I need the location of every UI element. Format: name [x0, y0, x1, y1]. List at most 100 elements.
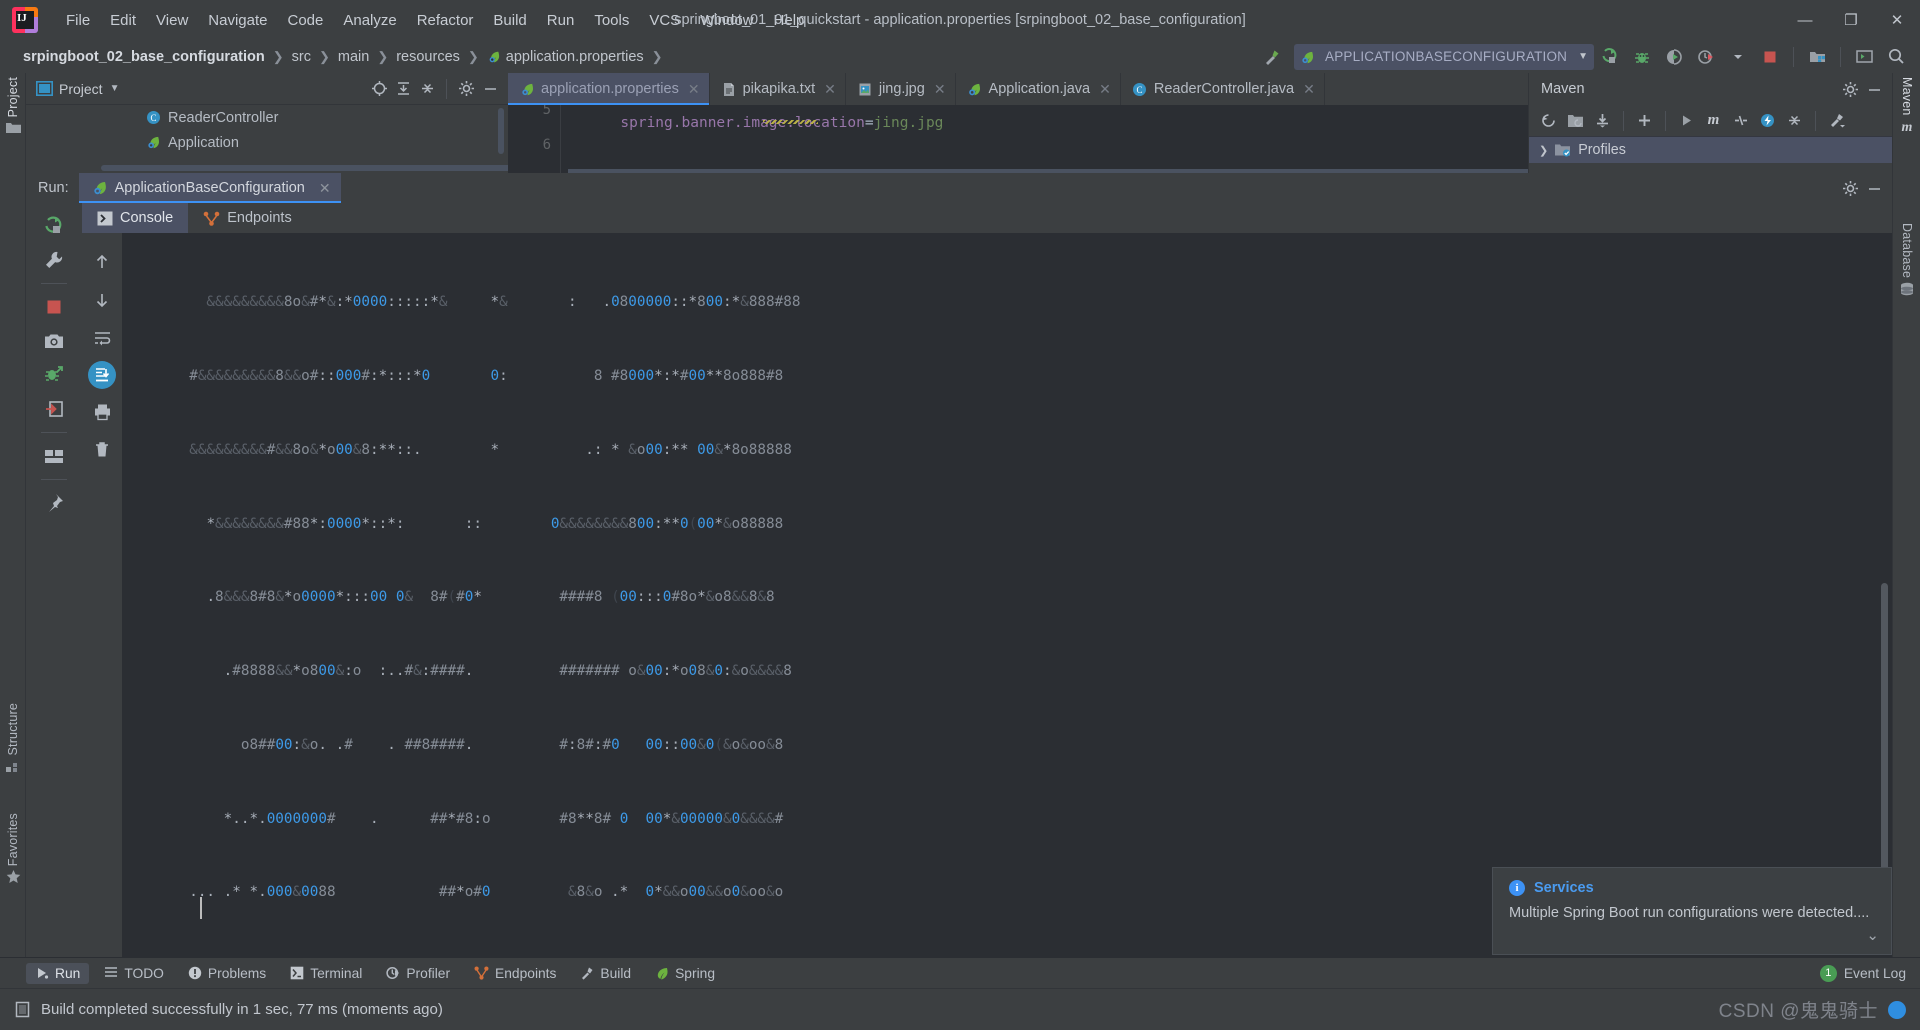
- gear-icon[interactable]: [454, 77, 478, 101]
- add-icon[interactable]: [1631, 108, 1658, 134]
- chevron-down-icon[interactable]: [1723, 43, 1753, 71]
- maven-m-icon[interactable]: m: [1700, 108, 1727, 134]
- tab-application-properties[interactable]: application.properties ✕: [508, 73, 710, 105]
- soft-wrap-icon[interactable]: [87, 323, 117, 353]
- breadcrumb[interactable]: srpingboot_02_base_configuration ❯ src ❯…: [20, 47, 668, 67]
- scroll-to-end-icon[interactable]: [88, 361, 116, 389]
- gear-icon[interactable]: [1838, 77, 1862, 101]
- bottom-item-spring[interactable]: Spring: [646, 963, 724, 984]
- breadcrumb-resources[interactable]: resources: [393, 47, 463, 67]
- trash-icon[interactable]: [87, 435, 117, 465]
- rerun-icon[interactable]: [40, 212, 68, 240]
- add-maven-project-icon[interactable]: [1562, 108, 1589, 134]
- run-with-coverage-icon[interactable]: [1659, 43, 1689, 71]
- tab-pikapika-txt[interactable]: pikapika.txt ✕: [710, 73, 846, 105]
- expand-all-icon[interactable]: [391, 77, 415, 101]
- breadcrumb-file[interactable]: application.properties: [484, 47, 647, 67]
- menu-help[interactable]: Help: [764, 8, 815, 33]
- services-notification[interactable]: i Services Multiple Spring Boot run conf…: [1492, 867, 1892, 955]
- tab-endpoints[interactable]: Endpoints: [188, 203, 307, 233]
- execute-maven-goal-icon[interactable]: [1754, 108, 1781, 134]
- bottom-item-build[interactable]: Build: [571, 963, 640, 984]
- menu-view[interactable]: View: [146, 8, 198, 33]
- menu-file[interactable]: File: [56, 8, 100, 33]
- list-item[interactable]: C ReaderController: [26, 105, 508, 130]
- collapse-all-icon[interactable]: [415, 77, 439, 101]
- bottom-item-todo[interactable]: TODO: [95, 963, 173, 984]
- menu-bar[interactable]: File Edit View Navigate Code Analyze Ref…: [56, 0, 814, 40]
- horizontal-scrollbar[interactable]: [101, 165, 508, 171]
- chevron-right-icon[interactable]: ❯: [1539, 144, 1548, 157]
- maven-profiles-row[interactable]: ❯ Profiles: [1529, 137, 1892, 163]
- sidebar-item-structure[interactable]: Structure: [0, 703, 26, 772]
- menu-code[interactable]: Code: [277, 8, 333, 33]
- menu-build[interactable]: Build: [483, 8, 536, 33]
- stop-icon[interactable]: [1755, 43, 1785, 71]
- maximize-window-button[interactable]: ❐: [1828, 0, 1874, 40]
- run-configuration-selector[interactable]: APPLICATIONBASECONFIGURATION ▼: [1294, 43, 1594, 70]
- breadcrumb-project[interactable]: srpingboot_02_base_configuration: [20, 47, 268, 67]
- menu-tools[interactable]: Tools: [584, 8, 639, 33]
- menu-navigate[interactable]: Navigate: [198, 8, 277, 33]
- arrow-down-icon[interactable]: [87, 285, 117, 315]
- minimize-icon[interactable]: [478, 77, 502, 101]
- download-sources-icon[interactable]: [1589, 108, 1616, 134]
- minimize-icon[interactable]: [1862, 77, 1886, 101]
- menu-window[interactable]: Window: [690, 8, 763, 33]
- minimize-icon[interactable]: [1862, 176, 1886, 200]
- tab-application-java[interactable]: Application.java ✕: [956, 73, 1121, 105]
- menu-edit[interactable]: Edit: [100, 8, 146, 33]
- screenshot-camera-icon[interactable]: [40, 327, 68, 355]
- close-window-button[interactable]: ✕: [1874, 0, 1920, 40]
- bottom-item-problems[interactable]: Problems: [179, 963, 275, 984]
- run-tab-applicationbaseconfiguration[interactable]: ApplicationBaseConfiguration ✕: [78, 173, 341, 203]
- sidebar-item-favorites[interactable]: Favorites: [0, 813, 26, 884]
- locate-icon[interactable]: [367, 77, 391, 101]
- reload-icon[interactable]: [1535, 108, 1562, 134]
- menu-vcs[interactable]: VCS: [639, 8, 690, 33]
- bottom-item-run[interactable]: Run: [26, 962, 90, 984]
- chevron-down-icon[interactable]: ⌄: [1866, 926, 1879, 944]
- close-icon[interactable]: ✕: [305, 180, 331, 197]
- console-vertical-scrollbar[interactable]: [1881, 583, 1888, 913]
- project-tree[interactable]: C ReaderController Application: [26, 105, 508, 171]
- tab-jing-jpg[interactable]: jing.jpg ✕: [846, 73, 956, 105]
- tab-readercontroller-java[interactable]: C ReaderController.java ✕: [1121, 73, 1325, 105]
- minimize-window-button[interactable]: —: [1782, 0, 1828, 40]
- collapse-all-icon[interactable]: [1781, 108, 1808, 134]
- close-icon[interactable]: ✕: [1099, 81, 1111, 98]
- window-controls[interactable]: — ❐ ✕: [1782, 0, 1920, 40]
- maven-settings-icon[interactable]: [1823, 108, 1850, 134]
- project-structure-icon[interactable]: [1802, 43, 1832, 71]
- console-output[interactable]: &&&&&&&&&8o&#*&:*0000:::::*& *& : .08000…: [122, 233, 1892, 957]
- tab-console[interactable]: Console: [82, 203, 189, 233]
- profiler-icon[interactable]: [1691, 43, 1721, 71]
- print-icon[interactable]: [87, 397, 117, 427]
- stop-icon[interactable]: [40, 293, 68, 321]
- menu-refactor[interactable]: Refactor: [407, 8, 484, 33]
- gear-icon[interactable]: [1838, 176, 1862, 200]
- arrow-up-icon[interactable]: [87, 247, 117, 277]
- vertical-scrollbar[interactable]: [498, 108, 504, 154]
- search-everywhere-icon[interactable]: [1881, 43, 1911, 71]
- toggle-skip-tests-icon[interactable]: [1727, 108, 1754, 134]
- build-hammer-icon[interactable]: [1257, 43, 1287, 71]
- debug-icon[interactable]: [1627, 43, 1657, 71]
- layout-icon[interactable]: [40, 442, 68, 470]
- close-icon[interactable]: ✕: [824, 81, 836, 98]
- sidebar-item-project[interactable]: Project: [0, 77, 26, 134]
- breadcrumb-src[interactable]: src: [289, 47, 314, 67]
- chevron-down-icon[interactable]: ▼: [110, 83, 120, 94]
- pin-icon[interactable]: [40, 489, 68, 517]
- close-icon[interactable]: ✕: [1303, 81, 1315, 98]
- chevron-down-icon[interactable]: ▼: [1578, 51, 1588, 62]
- breadcrumb-main[interactable]: main: [335, 47, 372, 67]
- close-icon[interactable]: ✕: [688, 81, 700, 98]
- sidebar-item-maven[interactable]: m Maven: [1894, 77, 1920, 136]
- bottom-item-event-log[interactable]: Event Log: [1844, 966, 1906, 981]
- menu-run[interactable]: Run: [537, 8, 585, 33]
- run-maven-goal-icon[interactable]: [1673, 108, 1700, 134]
- list-item[interactable]: Application: [26, 130, 508, 155]
- console-tabs[interactable]: Console Endpoints: [82, 203, 1892, 233]
- bottom-item-terminal[interactable]: Terminal: [281, 963, 371, 984]
